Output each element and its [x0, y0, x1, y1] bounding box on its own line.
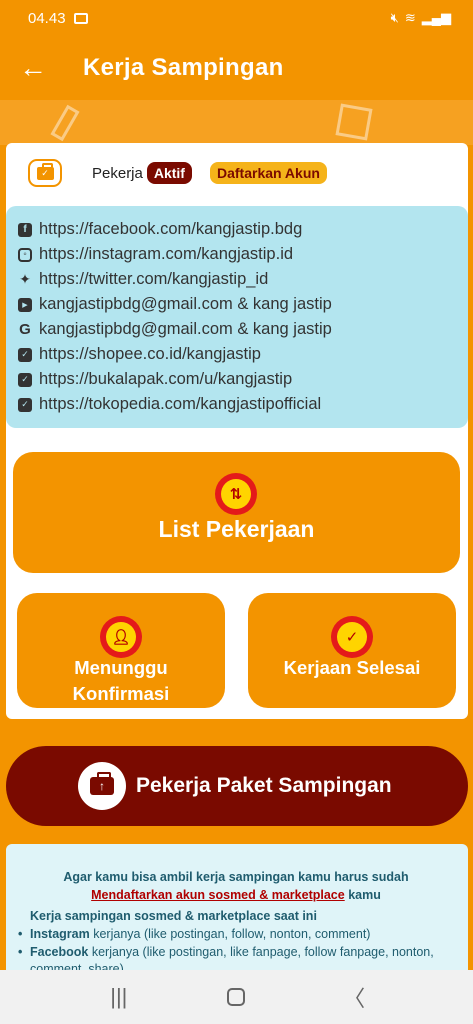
- page-title: Kerja Sampingan: [83, 54, 284, 81]
- back-nav-icon[interactable]: 〈: [334, 981, 374, 1013]
- home-icon[interactable]: [216, 988, 256, 1006]
- register-account-button[interactable]: Daftarkan Akun: [209, 162, 327, 184]
- info-intro: Agar kamu bisa ambil kerja sampingan kam…: [63, 870, 409, 902]
- worker-status-row: ✓ Pekerja Aktif Daftarkan Akun: [28, 157, 327, 189]
- paket-sampingan-button[interactable]: ↑ Pekerja Paket Sampingan: [6, 746, 468, 826]
- deco-pencil: [50, 104, 80, 142]
- swap-list-icon: ⇅: [215, 473, 257, 515]
- status-time: 04.43: [28, 9, 66, 27]
- status-bar: 04.43 🔇︎ ≋ ▂▄▆: [0, 0, 473, 36]
- social-link-item[interactable]: G kangjastipbdg@gmail.com & kang jastip: [18, 317, 468, 342]
- facebook-icon: f: [18, 222, 32, 237]
- google-icon: G: [19, 321, 31, 338]
- shopping-bag-icon: ✓: [18, 397, 32, 412]
- list-item: Instagram kerjanya (like postingan, foll…: [16, 926, 456, 944]
- shopping-bag-icon: ✓: [18, 372, 32, 387]
- image-notification-icon: [73, 12, 88, 24]
- social-link-item[interactable]: ✓ https://bukalapak.com/u/kangjastip: [18, 367, 468, 392]
- instagram-icon: ◦: [18, 247, 32, 262]
- social-link-item[interactable]: f https://facebook.com/kangjastip.bdg: [18, 217, 468, 242]
- completed-jobs-button[interactable]: ✓ Kerjaan Selesai: [248, 593, 456, 708]
- waiting-confirmation-button[interactable]: 👤︎ Menunggu Konfirmasi: [17, 593, 225, 708]
- social-link-item[interactable]: ▶ kangjastipbdg@gmail.com & kang jastip: [18, 292, 468, 317]
- completed-jobs-label: Kerjaan Selesai: [283, 657, 421, 678]
- social-link-item[interactable]: ✦ https://twitter.com/kangjastip_id: [18, 267, 468, 292]
- clipboard-user-icon: 👤︎: [100, 616, 142, 658]
- twitter-icon: ✦: [19, 271, 31, 287]
- social-link-item[interactable]: ✓ https://shopee.co.id/kangjastip: [18, 342, 468, 367]
- back-arrow-icon[interactable]: ←: [3, 36, 63, 100]
- system-nav-bar: ||| 〈: [0, 970, 473, 1024]
- deco-square: [335, 103, 373, 141]
- waiting-confirmation-label-1: Menunggu: [74, 657, 168, 678]
- app-bar: ← Kerja Sampingan: [0, 36, 473, 100]
- main-card: ✓ Pekerja Aktif Daftarkan Akun f https:/…: [6, 143, 468, 719]
- active-status-badge: Aktif: [146, 162, 192, 184]
- info-list: Instagram kerjanya (like postingan, foll…: [16, 926, 456, 970]
- social-link-item[interactable]: ✓ https://tokopedia.com/kangjastipoffici…: [18, 392, 468, 417]
- shopping-bag-icon: ✓: [18, 347, 32, 362]
- briefcase-upload-icon: ↑: [78, 762, 126, 810]
- info-panel: Agar kamu bisa ambil kerja sampingan kam…: [6, 844, 468, 970]
- list-pekerjaan-button[interactable]: ⇅ List Pekerjaan: [13, 452, 460, 573]
- social-links-panel: f https://facebook.com/kangjastip.bdg ◦ …: [6, 206, 468, 428]
- info-heading: Kerja sampingan sosmed & marketplace saa…: [30, 909, 317, 923]
- waiting-confirmation-label-2: Konfirmasi: [72, 683, 170, 704]
- register-account-link[interactable]: Mendaftarkan akun sosmed & marketplace: [91, 888, 345, 902]
- clipboard-check-icon: ✓: [331, 616, 373, 658]
- header-decoration: [0, 100, 473, 145]
- social-link-item[interactable]: ◦ https://instagram.com/kangjastip.id: [18, 242, 468, 267]
- youtube-icon: ▶: [18, 297, 32, 312]
- mute-icon: 🔇︎: [390, 10, 399, 25]
- status-icons: 🔇︎ ≋ ▂▄▆: [391, 10, 451, 26]
- list-item: Facebook kerjanya (like postingan, like …: [16, 944, 456, 971]
- wifi-icon: ≋: [404, 10, 416, 25]
- recent-apps-icon[interactable]: |||: [99, 984, 139, 1010]
- paket-sampingan-label: Pekerja Paket Sampingan: [136, 774, 392, 797]
- signal-icon: ▂▄▆: [421, 10, 451, 25]
- list-pekerjaan-label: List Pekerjaan: [158, 516, 315, 542]
- worker-label: Pekerja: [92, 164, 143, 182]
- briefcase-check-icon: ✓: [28, 159, 62, 187]
